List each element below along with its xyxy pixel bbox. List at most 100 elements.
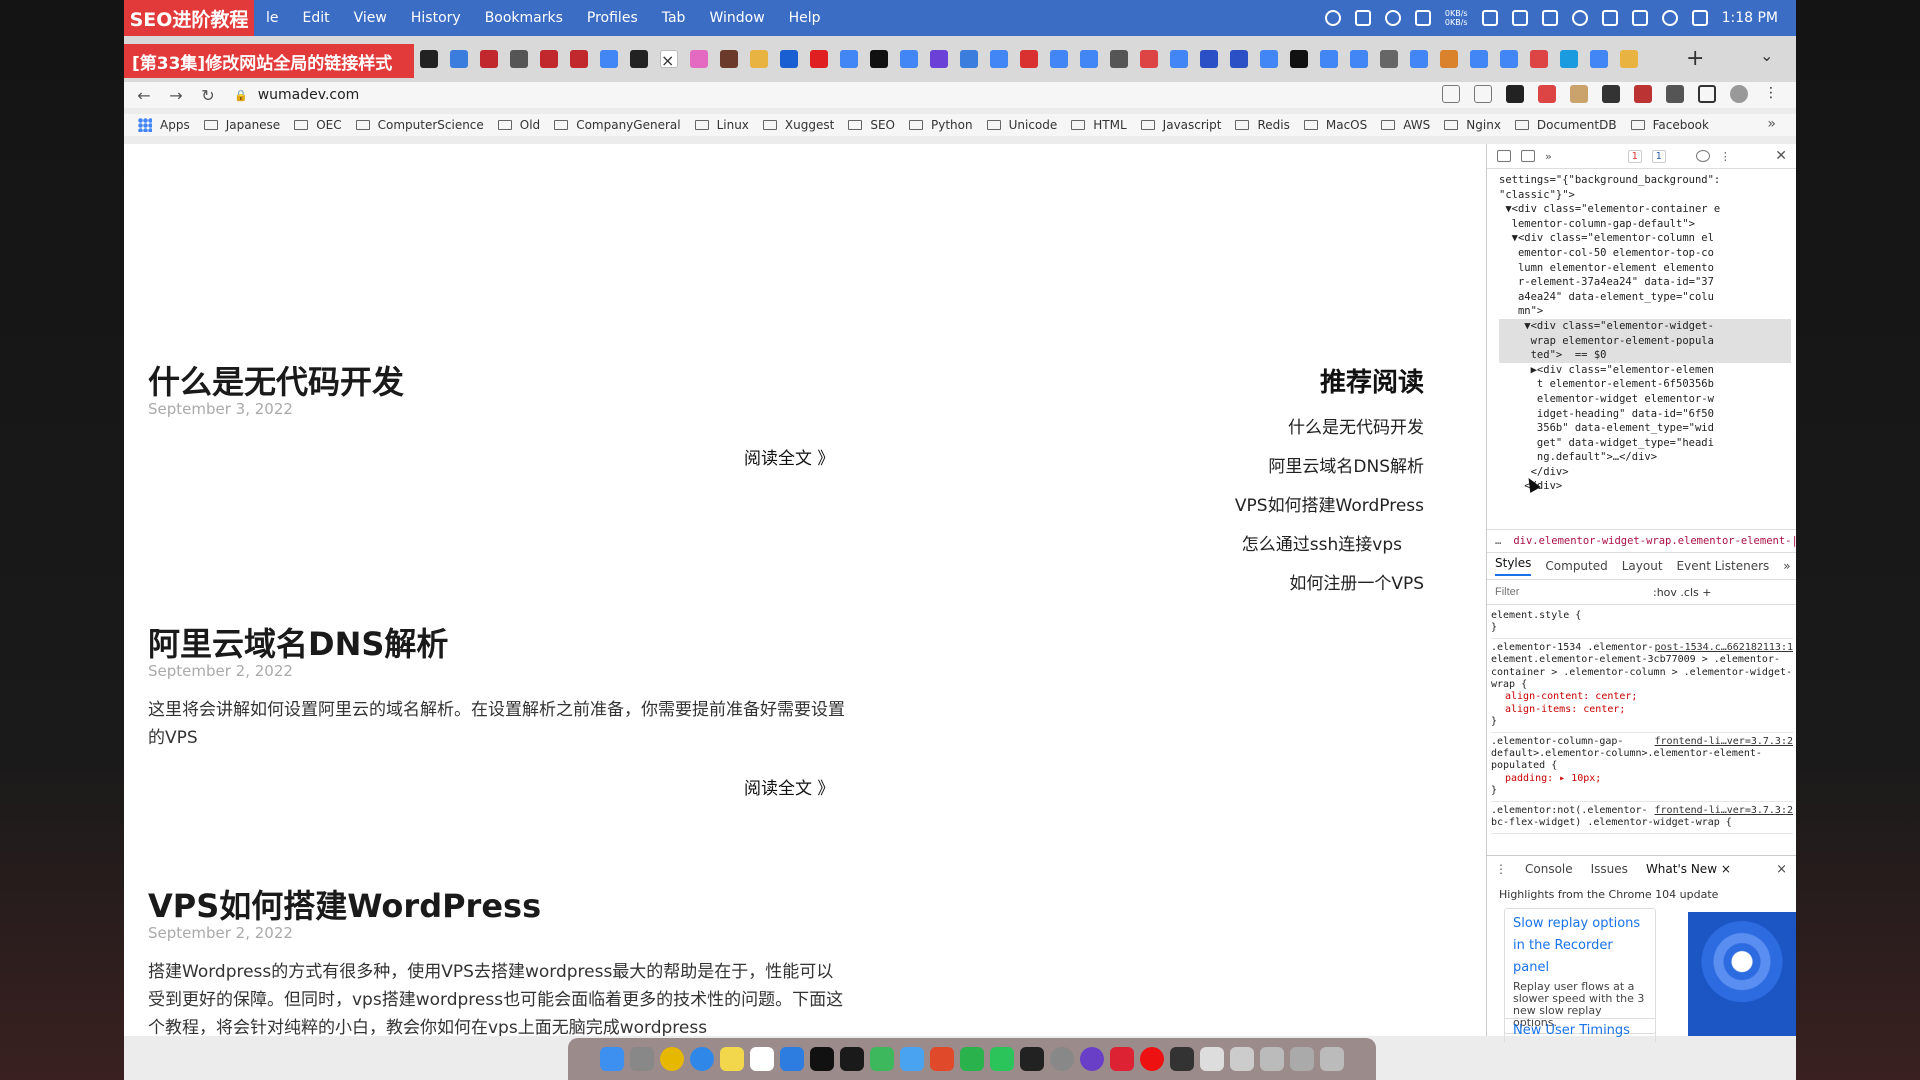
app-icon[interactable] xyxy=(870,1047,894,1071)
sidebar-link[interactable]: 怎么通过ssh连接vps xyxy=(824,534,1402,556)
tab-favicon[interactable] xyxy=(1290,50,1308,68)
bookmark-folder[interactable]: OEC xyxy=(294,118,342,132)
chrome-icon[interactable] xyxy=(660,1047,684,1071)
opera-icon[interactable] xyxy=(1140,1047,1164,1071)
bookmark-folder[interactable]: Linux xyxy=(694,118,749,132)
dom-node[interactable]: lementor-column-gap-default"> xyxy=(1499,217,1791,232)
styles-filter-input[interactable] xyxy=(1493,582,1647,602)
tab-favicon[interactable] xyxy=(1410,50,1428,68)
tab-close-icon[interactable]: × xyxy=(661,51,674,70)
inspect-element-icon[interactable] xyxy=(1497,150,1511,162)
tab-favicon[interactable] xyxy=(960,50,978,68)
document-icon[interactable] xyxy=(1200,1047,1224,1071)
wifi-icon[interactable] xyxy=(1661,10,1678,26)
post-title[interactable]: 什么是无代码开发 xyxy=(148,362,868,402)
tab-issues[interactable]: Issues xyxy=(1591,862,1628,876)
dom-node[interactable]: ng.default">…</div> xyxy=(1499,450,1791,465)
menu-help[interactable]: Help xyxy=(789,10,821,26)
rule-property[interactable]: align-content: center; xyxy=(1491,691,1793,703)
more-panels-button[interactable]: » xyxy=(1545,150,1552,163)
tab-favicon[interactable] xyxy=(1320,50,1338,68)
notes-icon[interactable] xyxy=(720,1047,744,1071)
notion-icon[interactable] xyxy=(750,1047,774,1071)
read-more-link[interactable]: 阅读全文 》 xyxy=(744,444,834,469)
styles-filter-options[interactable]: :hov .cls + xyxy=(1653,586,1711,599)
tab-favicon[interactable] xyxy=(1350,50,1368,68)
dom-node[interactable]: t elementor-element-6f50356b xyxy=(1499,377,1791,392)
dom-node[interactable]: idget-heading" data-id="6f50 xyxy=(1499,407,1791,422)
tab-favicon[interactable] xyxy=(690,50,708,68)
cursor-icon[interactable] xyxy=(780,1047,804,1071)
devtools-menu-icon[interactable]: ⋮ xyxy=(1720,150,1731,163)
tab-favicon[interactable] xyxy=(720,50,738,68)
lock-icon[interactable]: 🔒 xyxy=(234,89,248,102)
address-bar[interactable]: 🔒 wumadev.com xyxy=(234,82,1564,108)
battery-icon[interactable] xyxy=(1631,10,1648,26)
drive-icon[interactable] xyxy=(1511,10,1528,26)
sidebar-link[interactable]: 如何注册一个VPS xyxy=(824,573,1424,595)
menu-edit[interactable]: Edit xyxy=(303,10,330,26)
dom-node[interactable]: r-element-37a4ea24" data-id="37 xyxy=(1499,275,1791,290)
dom-node[interactable]: ementor-col-50 elementor-top-co xyxy=(1499,246,1791,261)
tab-computed[interactable]: Computed xyxy=(1545,559,1607,573)
extension-icon[interactable] xyxy=(1538,85,1556,103)
tab-event-listeners[interactable]: Event Listeners xyxy=(1677,559,1770,573)
card-title[interactable]: Slow replay options in the Recorder pane… xyxy=(1513,913,1647,979)
finder-icon[interactable] xyxy=(600,1047,624,1071)
dom-node-selected[interactable]: ▼<div class="elementor-widget- xyxy=(1499,318,1791,334)
dom-node-selected[interactable]: ted"> == $0 xyxy=(1499,348,1791,363)
menu-bookmarks[interactable]: Bookmarks xyxy=(485,10,563,26)
back-button[interactable]: ← xyxy=(132,86,156,105)
bookmark-folder[interactable]: Old xyxy=(497,118,540,132)
dom-node[interactable]: elementor-widget elementor-w xyxy=(1499,392,1791,407)
message-counter[interactable]: 1 xyxy=(1651,149,1666,163)
rule-selector[interactable]: element.style { xyxy=(1491,610,1793,622)
trash-icon[interactable] xyxy=(1320,1047,1344,1071)
bookmark-folder[interactable]: Redis xyxy=(1235,118,1290,132)
bookmark-folder[interactable]: Japanese xyxy=(203,118,280,132)
webstorm-icon[interactable] xyxy=(810,1047,834,1071)
tab-whats-new[interactable]: What's New × xyxy=(1646,862,1731,876)
bookmark-folder[interactable]: CompanyGeneral xyxy=(554,118,681,132)
menu-history[interactable]: History xyxy=(411,10,461,26)
dom-node[interactable]: ▼<div class="elementor-column el xyxy=(1499,231,1791,246)
bookmark-folder[interactable]: AWS xyxy=(1381,118,1430,132)
dom-node[interactable]: a4ea24" data-element_type="colu xyxy=(1499,290,1791,305)
reload-button[interactable]: ↻ xyxy=(196,86,220,105)
tab-favicon[interactable] xyxy=(900,50,918,68)
rule-source-link[interactable]: frontend-li…ver=3.7.3:2 xyxy=(1655,736,1793,748)
dom-node[interactable]: ▶<div class="elementor-elemen xyxy=(1499,363,1791,378)
bookmark-folder[interactable]: Javascript xyxy=(1140,118,1221,132)
dom-node[interactable]: "classic"}"> xyxy=(1499,188,1791,203)
app-icon[interactable] xyxy=(1170,1047,1194,1071)
menu-file[interactable]: le xyxy=(266,10,279,26)
rule-source-link[interactable]: frontend-li…ver=3.7.3:2 xyxy=(1655,805,1793,817)
notification-icon[interactable] xyxy=(1414,10,1431,26)
dom-node[interactable]: </div> xyxy=(1499,465,1791,480)
app-store-icon[interactable] xyxy=(900,1047,924,1071)
url-text[interactable]: wumadev.com xyxy=(258,87,360,103)
app-icon[interactable] xyxy=(1110,1047,1134,1071)
puzzle-icon[interactable] xyxy=(1666,85,1684,103)
read-more-link[interactable]: 阅读全文 》 xyxy=(744,774,834,799)
tab-favicon[interactable] xyxy=(1200,50,1218,68)
apps-grid-icon[interactable] xyxy=(138,118,152,132)
tab-favicon[interactable] xyxy=(870,50,888,68)
tab-favicon[interactable] xyxy=(1230,50,1248,68)
tab-favicon[interactable] xyxy=(1590,50,1608,68)
dom-node[interactable]: ▼<div class="elementor-container e xyxy=(1499,202,1791,217)
tab-favicon[interactable] xyxy=(1080,50,1098,68)
bookmark-folder[interactable]: Unicode xyxy=(986,118,1057,132)
star-icon[interactable] xyxy=(1474,85,1492,103)
tab-favicon[interactable] xyxy=(480,50,498,68)
menu-clock[interactable]: 1:18 PM xyxy=(1722,10,1778,26)
rule-source-link[interactable]: post-1534.c…662182113:1 xyxy=(1655,642,1793,654)
bookmark-folder[interactable]: Facebook xyxy=(1630,118,1709,132)
rule-property[interactable]: padding: ▸ 10px; xyxy=(1491,773,1793,785)
tab-search-button[interactable]: ⌄ xyxy=(1760,46,1773,65)
tab-favicon[interactable] xyxy=(570,50,588,68)
system-preferences-icon[interactable] xyxy=(1050,1047,1074,1071)
rule-property[interactable]: align-items: center; xyxy=(1491,704,1793,716)
bookmark-folder[interactable]: Xuggest xyxy=(762,118,834,132)
tab-favicon[interactable] xyxy=(1500,50,1518,68)
